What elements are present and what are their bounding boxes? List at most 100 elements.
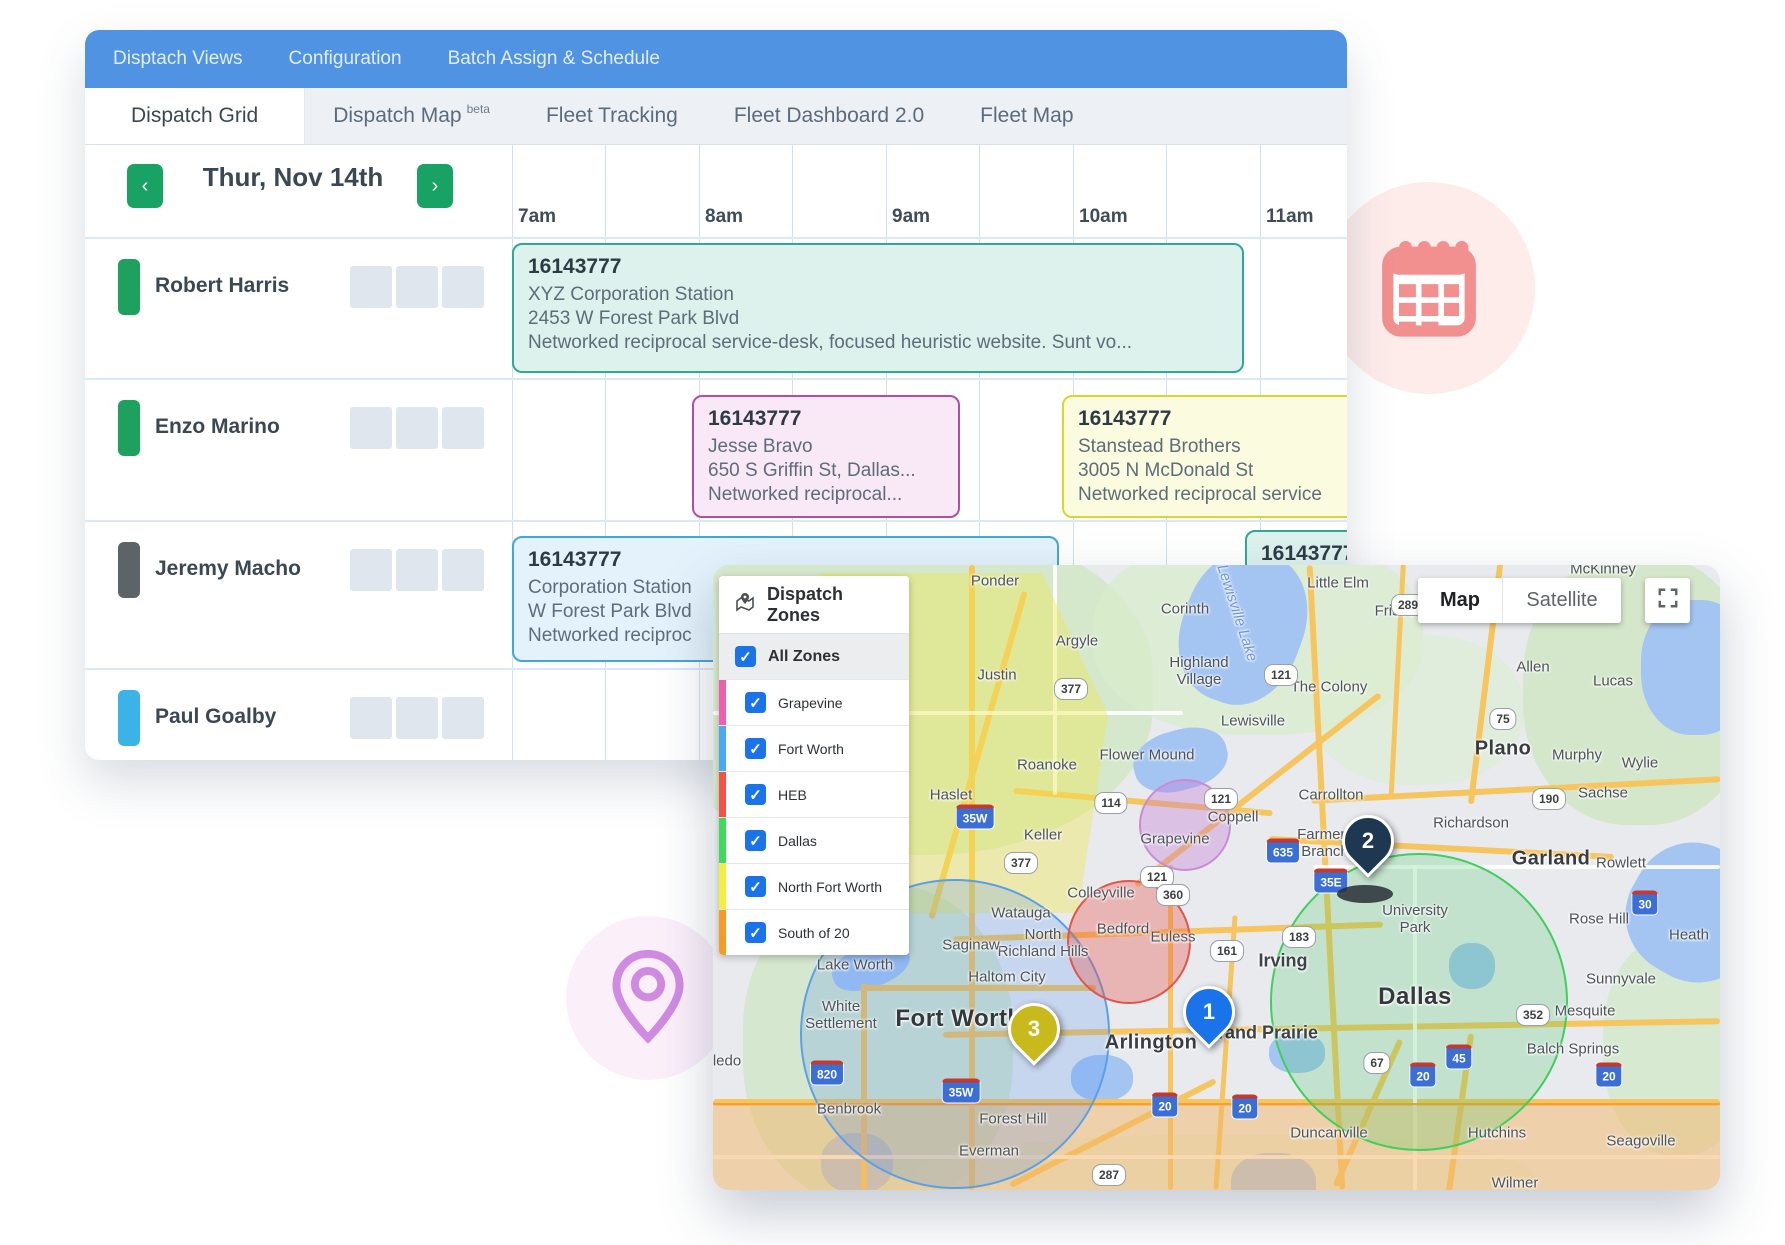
map-type-satellite-button[interactable]: Satellite <box>1503 578 1621 623</box>
placeholder-square <box>442 266 484 308</box>
tab-dispatch-map[interactable]: Dispatch Map beta <box>305 88 518 144</box>
route-shield: 45 <box>1445 1045 1472 1070</box>
checkbox-checked[interactable] <box>745 922 766 943</box>
status-bar <box>118 259 140 315</box>
event-line: Networked reciprocal service <box>1078 484 1347 506</box>
placeholder-square <box>396 549 438 591</box>
zone-item-north-fort-worth[interactable]: North Fort Worth <box>719 864 909 910</box>
placeholder-square <box>350 266 392 308</box>
location-pin-icon <box>605 946 691 1051</box>
technician-name: Enzo Marino <box>155 415 280 439</box>
map-label: University Park <box>1382 902 1448 937</box>
map-type-map-button[interactable]: Map <box>1418 578 1503 623</box>
checkbox-checked[interactable] <box>745 738 766 759</box>
zone-item-south-of-20[interactable]: South of 20 <box>719 910 909 955</box>
map-label: Murphy <box>1552 746 1602 763</box>
map-label: Rowlett <box>1596 854 1646 871</box>
row-separator <box>85 520 1347 522</box>
nav-batch-assign-schedule[interactable]: Batch Assign & Schedule <box>448 48 660 70</box>
map-label: Grapevine <box>1140 830 1209 847</box>
zone-item-grapevine[interactable]: Grapevine <box>719 680 909 726</box>
event-line: 3005 N McDonald St <box>1078 460 1347 482</box>
route-shield: 20 <box>1409 1063 1436 1088</box>
map-label: Duncanville <box>1290 1124 1368 1141</box>
dispatch-zones-header: Dispatch Zones <box>719 576 909 634</box>
route-shield: 121 <box>1204 788 1238 810</box>
checkbox-checked[interactable] <box>745 830 766 851</box>
event-card[interactable]: 16143777 Jesse Bravo 650 S Griffin St, D… <box>692 395 960 518</box>
map-label: Flower Mound <box>1099 746 1194 763</box>
map-label: Little Elm <box>1307 574 1369 591</box>
route-shield: 635 <box>1266 839 1300 864</box>
map-label: North Richland Hills <box>998 926 1089 961</box>
zone-item-heb[interactable]: HEB <box>719 772 909 818</box>
map-label: Everman <box>959 1142 1019 1159</box>
map-label: Plano <box>1475 738 1531 761</box>
event-card[interactable]: 16143777 Stanstead Brothers 3005 N McDon… <box>1062 395 1347 518</box>
nav-dispatch-views[interactable]: Disptach Views <box>113 48 243 70</box>
map-label: Benbrook <box>817 1100 881 1117</box>
map-label: Lake Worth <box>817 956 893 973</box>
map-label: White Settlement <box>805 998 877 1033</box>
zone-item-label: HEB <box>778 787 807 803</box>
checkbox-checked[interactable] <box>745 692 766 713</box>
nav-configuration[interactable]: Configuration <box>289 48 402 70</box>
map-label: Lewisville <box>1221 712 1285 729</box>
checkbox-checked[interactable] <box>745 784 766 805</box>
map-label: Balch Springs <box>1527 1040 1620 1057</box>
map-label: Carrollton <box>1298 786 1363 803</box>
tab-fleet-dashboard[interactable]: Fleet Dashboard 2.0 <box>706 88 952 144</box>
zones-panel-title: Dispatch Zones <box>767 584 895 626</box>
map-label: Coppell <box>1208 808 1259 825</box>
event-line: XYZ Corporation Station <box>528 284 1228 306</box>
map-label: Watauga <box>991 904 1050 921</box>
map-label: Bedford <box>1097 920 1150 937</box>
map-label: Arlington <box>1105 1032 1197 1055</box>
checkbox-checked[interactable] <box>735 646 756 667</box>
time-label-9am: 9am <box>892 206 930 228</box>
route-shield: 20 <box>1595 1063 1622 1088</box>
zone-item-dallas[interactable]: Dallas <box>719 818 909 864</box>
map-label: Fort Worth <box>895 1005 1022 1033</box>
event-card[interactable]: 16143777 XYZ Corporation Station 2453 W … <box>512 243 1244 373</box>
beta-badge: beta <box>467 102 490 116</box>
map-label: Keller <box>1024 826 1062 843</box>
top-navbar: Disptach Views Configuration Batch Assig… <box>85 30 1347 88</box>
map-label: Irving <box>1258 951 1307 972</box>
route-shield: 114 <box>1094 792 1127 814</box>
event-id: 16143777 <box>1261 542 1347 566</box>
tab-dispatch-grid[interactable]: Dispatch Grid <box>85 88 305 144</box>
route-shield: 287 <box>1092 1164 1126 1186</box>
event-id: 16143777 <box>528 255 1228 279</box>
placeholder-square <box>396 407 438 449</box>
placeholder-square <box>396 697 438 739</box>
tab-fleet-map[interactable]: Fleet Map <box>952 88 1101 144</box>
zone-color-stripe <box>719 910 726 955</box>
map-label: Wylie <box>1622 754 1659 771</box>
event-line: 2453 W Forest Park Blvd <box>528 308 1228 330</box>
zone-item-all-zones[interactable]: All Zones <box>719 634 909 680</box>
map-label: Corinth <box>1161 600 1209 617</box>
map-type-controls: Map Satellite <box>1418 578 1621 623</box>
event-line: Stanstead Brothers <box>1078 436 1347 458</box>
placeholder-square <box>442 697 484 739</box>
route-shield: 820 <box>810 1061 844 1086</box>
route-shield: 35W <box>942 1079 981 1104</box>
tab-fleet-tracking[interactable]: Fleet Tracking <box>518 88 706 144</box>
marker-number: 3 <box>1011 1006 1057 1052</box>
marker-shadow <box>1337 885 1393 903</box>
next-day-button[interactable]: › <box>417 164 453 208</box>
prev-day-button[interactable]: ‹ <box>127 164 163 208</box>
placeholder-square <box>396 266 438 308</box>
zone-item-fort-worth[interactable]: Fort Worth <box>719 726 909 772</box>
dispatch-map[interactable]: McKinney Ponder Corinth Little Elm Frisc… <box>713 565 1720 1190</box>
tab-dispatch-map-label: Dispatch Map <box>333 104 461 128</box>
map-label: Wilmer <box>1492 1174 1539 1190</box>
fullscreen-button[interactable] <box>1645 578 1690 623</box>
map-label: Argyle <box>1056 632 1099 649</box>
time-label-11am: 11am <box>1266 206 1314 228</box>
checkbox-checked[interactable] <box>745 876 766 897</box>
calendar-decoration-circle <box>1323 182 1535 394</box>
zone-item-label: Fort Worth <box>778 741 844 757</box>
map-label: Roanoke <box>1017 756 1077 773</box>
